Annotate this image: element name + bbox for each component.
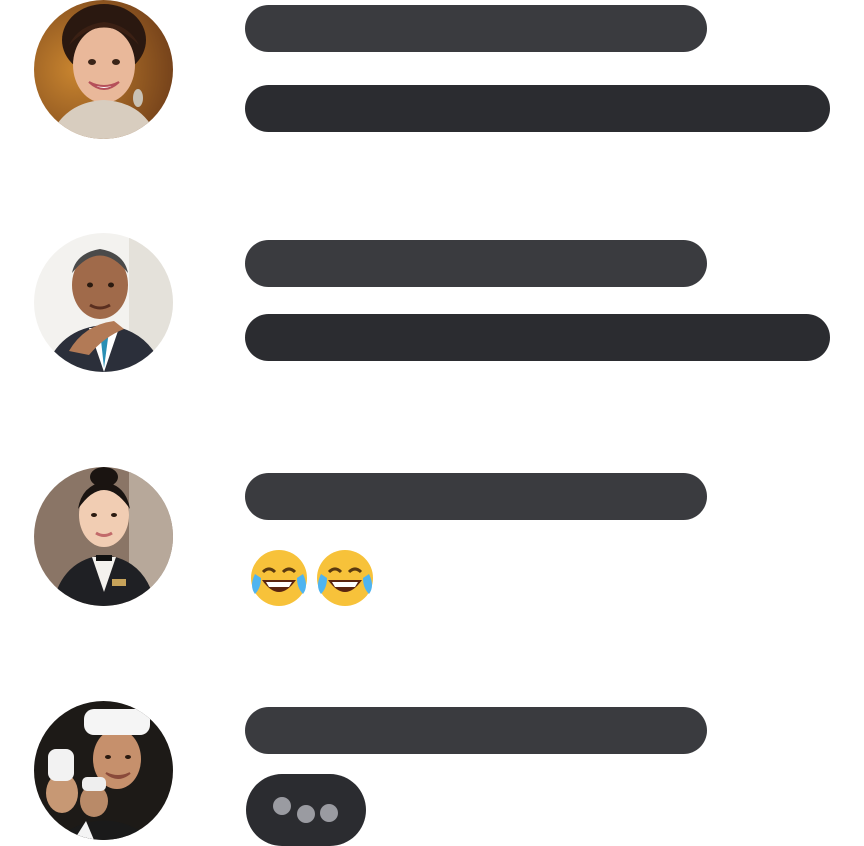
man-in-suit-avatar[interactable] (34, 233, 173, 372)
typing-indicator (246, 774, 366, 846)
chat-thread (0, 0, 864, 846)
emoji-reaction (249, 548, 375, 608)
tears-of-joy-emoji-icon (315, 548, 375, 608)
message-line-5 (245, 473, 707, 520)
woman-smiling-avatar[interactable] (34, 0, 173, 139)
typing-dot-icon (297, 805, 315, 823)
message-line-6 (245, 707, 707, 754)
typing-dot-icon (320, 804, 338, 822)
typing-dot-icon (273, 797, 291, 815)
message-line-4 (245, 314, 830, 361)
hotel-receptionist-avatar[interactable] (34, 467, 173, 606)
message-line-1 (245, 5, 707, 52)
message-line-3 (245, 240, 707, 287)
tears-of-joy-emoji-icon (249, 548, 309, 608)
message-line-2 (245, 85, 830, 132)
chefs-group-avatar[interactable] (34, 701, 173, 840)
